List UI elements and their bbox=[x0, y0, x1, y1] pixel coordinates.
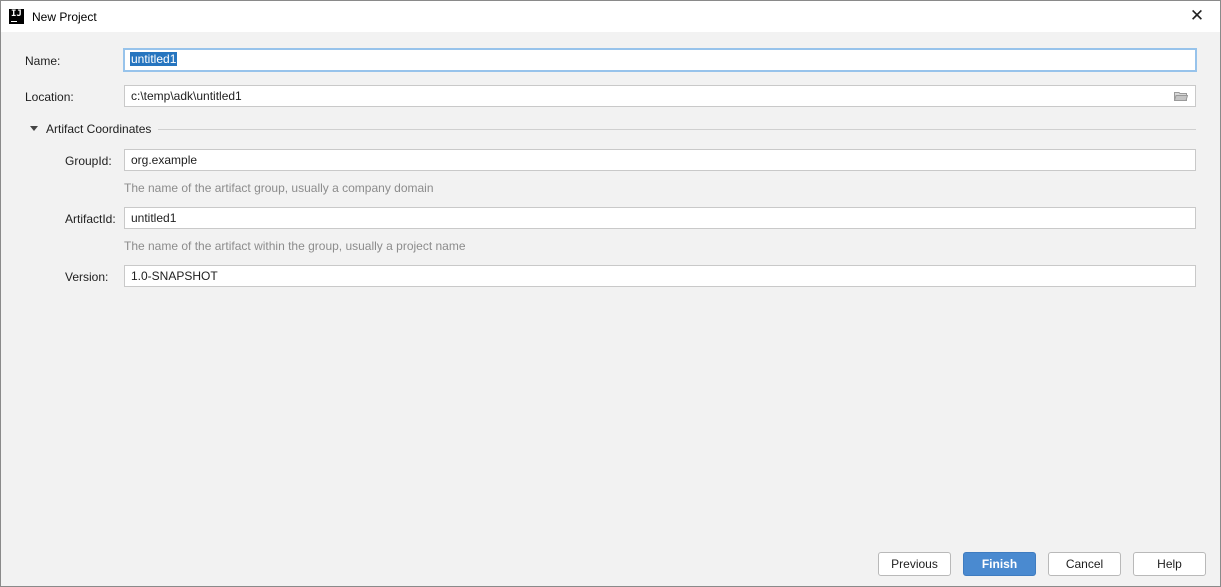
previous-button[interactable]: Previous bbox=[878, 552, 951, 576]
title-bar: IJ New Project ✕ bbox=[1, 1, 1220, 32]
location-input[interactable]: c:\temp\adk\untitled1 bbox=[124, 85, 1196, 107]
name-input[interactable]: untitled1 bbox=[123, 48, 1197, 72]
artifactid-label: ArtifactId: bbox=[65, 212, 116, 226]
version-label: Version: bbox=[65, 270, 109, 284]
artifactid-input[interactable]: untitled1 bbox=[124, 207, 1196, 229]
expand-triangle-icon bbox=[30, 126, 38, 131]
groupid-input-value: org.example bbox=[131, 153, 198, 167]
close-icon[interactable]: ✕ bbox=[1186, 5, 1208, 27]
version-input-value: 1.0-SNAPSHOT bbox=[131, 269, 218, 283]
window-title: New Project bbox=[32, 10, 97, 24]
app-icon-bar bbox=[11, 21, 17, 22]
groupid-input[interactable]: org.example bbox=[124, 149, 1196, 171]
app-icon-glyph: IJ bbox=[11, 9, 22, 19]
location-input-value: c:\temp\adk\untitled1 bbox=[131, 89, 242, 103]
name-label: Name: bbox=[25, 54, 61, 68]
cancel-button[interactable]: Cancel bbox=[1048, 552, 1121, 576]
name-input-value: untitled1 bbox=[130, 52, 178, 66]
artifactid-hint: The name of the artifact within the grou… bbox=[124, 239, 466, 253]
new-project-dialog: IJ New Project ✕ Name: untitled1 Locatio… bbox=[0, 0, 1221, 587]
groupid-hint: The name of the artifact group, usually … bbox=[124, 181, 434, 195]
artifactid-input-value: untitled1 bbox=[131, 211, 177, 225]
section-divider bbox=[158, 129, 1196, 130]
help-button[interactable]: Help bbox=[1133, 552, 1206, 576]
folder-icon[interactable] bbox=[1174, 91, 1188, 101]
version-input[interactable]: 1.0-SNAPSHOT bbox=[124, 265, 1196, 287]
artifact-coordinates-title: Artifact Coordinates bbox=[46, 122, 152, 136]
groupid-label: GroupId: bbox=[65, 154, 112, 168]
finish-button[interactable]: Finish bbox=[963, 552, 1036, 576]
location-label: Location: bbox=[25, 90, 74, 104]
intellij-idea-icon: IJ bbox=[9, 9, 24, 24]
